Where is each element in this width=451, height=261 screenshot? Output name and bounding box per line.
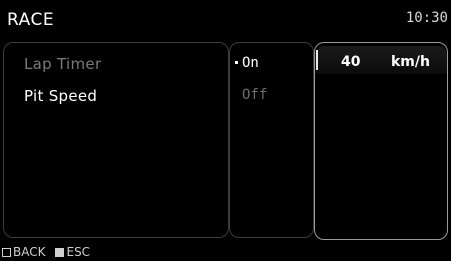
- menu-item-lap-timer[interactable]: Lap Timer: [24, 55, 101, 73]
- menu-panel: Lap Timer Pit Speed: [3, 42, 229, 238]
- footer-hints: BACK ESC: [2, 245, 100, 259]
- speed-value-panel: 40 km/h: [314, 42, 448, 240]
- options-panel: On Off: [229, 42, 314, 238]
- menu-item-pit-speed[interactable]: Pit Speed: [24, 87, 97, 105]
- esc-label: ESC: [66, 245, 91, 259]
- option-on-label: On: [242, 55, 259, 71]
- speed-unit: km/h: [391, 54, 430, 70]
- esc-hint[interactable]: ESC: [55, 245, 90, 259]
- speed-value-row[interactable]: 40 km/h: [315, 46, 447, 74]
- outline-square-icon: [2, 247, 11, 257]
- back-label: BACK: [13, 245, 46, 259]
- clock-readout: 10:30: [405, 10, 448, 26]
- page-title: RACE: [7, 10, 55, 30]
- back-hint[interactable]: BACK: [2, 245, 45, 259]
- option-off[interactable]: Off: [242, 87, 267, 103]
- option-on[interactable]: On: [235, 55, 259, 71]
- speed-value: 40: [341, 54, 361, 70]
- selected-bullet-icon: [235, 61, 238, 64]
- filled-square-icon: [55, 247, 65, 257]
